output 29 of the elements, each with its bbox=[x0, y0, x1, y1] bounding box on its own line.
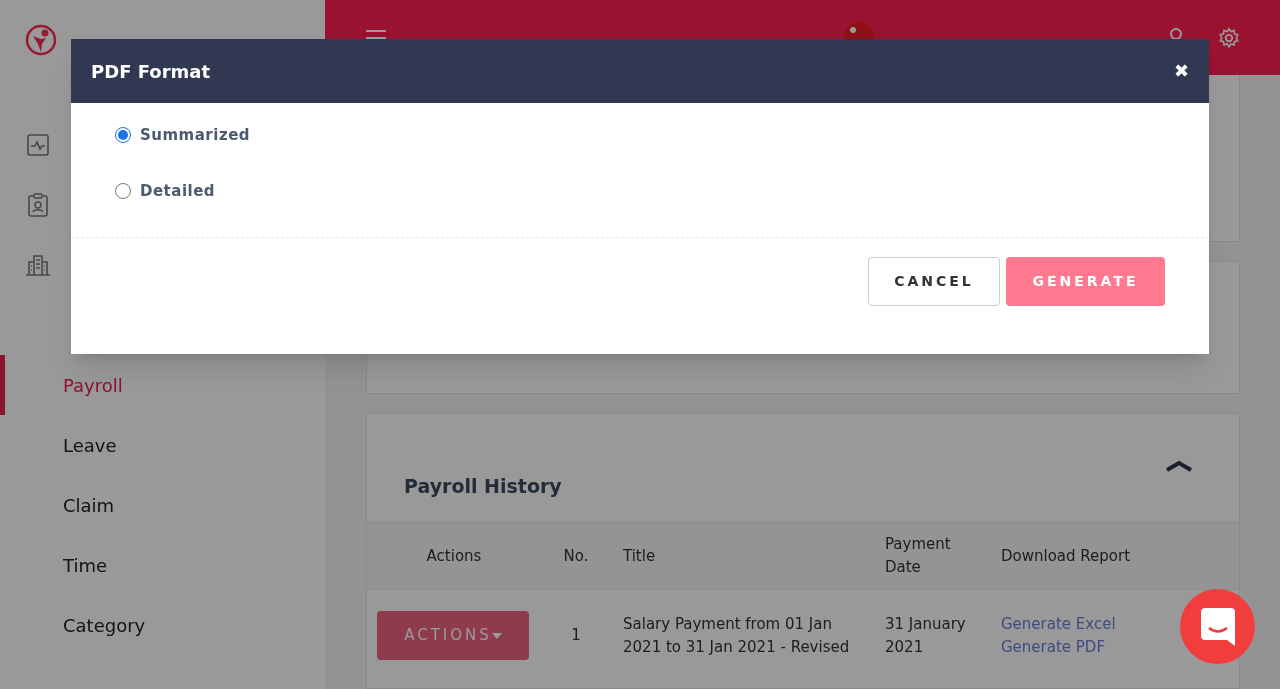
column-header: Download Report bbox=[1001, 545, 1131, 567]
sidebar-item[interactable]: Category bbox=[63, 611, 146, 639]
section-title: Payroll History bbox=[404, 473, 562, 499]
active-indicator bbox=[0, 355, 5, 415]
badge-icon bbox=[27, 193, 48, 217]
logo-icon bbox=[25, 24, 57, 56]
table-cell-text: Salary Payment from 01 Jan 2021 to 31 Jan 2021 - Revised bbox=[623, 613, 851, 658]
caret-icon bbox=[491, 632, 502, 639]
settings-icon[interactable] bbox=[1218, 26, 1240, 49]
cancel-button[interactable]: CANCEL bbox=[868, 257, 1000, 306]
option-label[interactable]: Summarized bbox=[140, 123, 251, 147]
column-header: Actions bbox=[426, 545, 482, 567]
table-cell-text: 31 January 2021 bbox=[885, 613, 967, 658]
sidebar-item[interactable]: Claim bbox=[63, 491, 115, 519]
activity-icon bbox=[26, 134, 49, 156]
collapse-icon[interactable] bbox=[1165, 460, 1193, 472]
chat-icon bbox=[1200, 607, 1235, 646]
option-label[interactable]: Detailed bbox=[140, 179, 216, 203]
building-icon bbox=[24, 254, 51, 276]
column-header: Title bbox=[623, 545, 656, 567]
close-button[interactable]: ✖ bbox=[1173, 62, 1189, 80]
column-header: Payment Date bbox=[885, 534, 952, 578]
sidebar-item[interactable]: Payroll bbox=[63, 371, 123, 399]
sidebar-item[interactable]: Leave bbox=[63, 431, 117, 459]
modal-title: PDF Format bbox=[91, 59, 210, 84]
sidebar-item[interactable]: Time bbox=[63, 551, 108, 579]
flag-icon bbox=[844, 22, 874, 39]
column-header: No. bbox=[563, 545, 589, 567]
table-cell-text: 1 bbox=[571, 625, 581, 646]
